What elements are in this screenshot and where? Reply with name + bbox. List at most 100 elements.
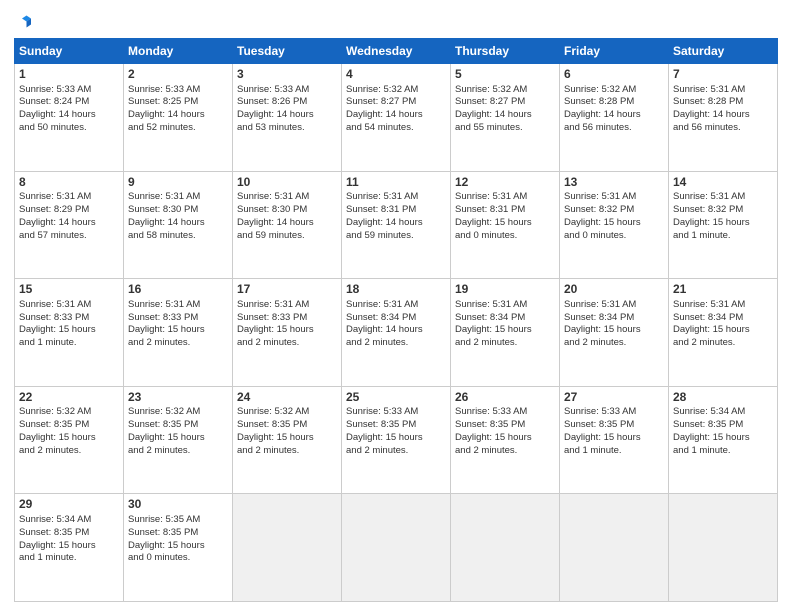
calendar-cell: 27Sunrise: 5:33 AM Sunset: 8:35 PM Dayli… <box>560 386 669 494</box>
day-info: Sunrise: 5:33 AM Sunset: 8:24 PM Dayligh… <box>19 84 119 135</box>
day-number: 21 <box>673 282 773 298</box>
day-number: 17 <box>237 282 337 298</box>
weekday-header-friday: Friday <box>560 39 669 64</box>
day-number: 1 <box>19 67 119 83</box>
day-number: 26 <box>455 390 555 406</box>
day-info: Sunrise: 5:31 AM Sunset: 8:32 PM Dayligh… <box>673 191 773 242</box>
weekday-header-wednesday: Wednesday <box>342 39 451 64</box>
calendar-cell: 19Sunrise: 5:31 AM Sunset: 8:34 PM Dayli… <box>451 279 560 387</box>
calendar-cell: 3Sunrise: 5:33 AM Sunset: 8:26 PM Daylig… <box>233 64 342 172</box>
day-number: 20 <box>564 282 664 298</box>
day-number: 10 <box>237 175 337 191</box>
day-info: Sunrise: 5:31 AM Sunset: 8:30 PM Dayligh… <box>237 191 337 242</box>
day-info: Sunrise: 5:32 AM Sunset: 8:27 PM Dayligh… <box>346 84 446 135</box>
calendar-cell: 11Sunrise: 5:31 AM Sunset: 8:31 PM Dayli… <box>342 171 451 279</box>
day-number: 19 <box>455 282 555 298</box>
calendar-week-1: 1Sunrise: 5:33 AM Sunset: 8:24 PM Daylig… <box>15 64 778 172</box>
day-info: Sunrise: 5:33 AM Sunset: 8:25 PM Dayligh… <box>128 84 228 135</box>
calendar-cell: 21Sunrise: 5:31 AM Sunset: 8:34 PM Dayli… <box>669 279 778 387</box>
day-number: 2 <box>128 67 228 83</box>
calendar-cell: 30Sunrise: 5:35 AM Sunset: 8:35 PM Dayli… <box>124 494 233 602</box>
day-number: 18 <box>346 282 446 298</box>
day-number: 16 <box>128 282 228 298</box>
day-number: 25 <box>346 390 446 406</box>
calendar-cell: 23Sunrise: 5:32 AM Sunset: 8:35 PM Dayli… <box>124 386 233 494</box>
calendar-cell <box>560 494 669 602</box>
day-info: Sunrise: 5:33 AM Sunset: 8:35 PM Dayligh… <box>346 406 446 457</box>
day-number: 4 <box>346 67 446 83</box>
day-info: Sunrise: 5:31 AM Sunset: 8:33 PM Dayligh… <box>128 299 228 350</box>
calendar-cell: 15Sunrise: 5:31 AM Sunset: 8:33 PM Dayli… <box>15 279 124 387</box>
day-info: Sunrise: 5:31 AM Sunset: 8:34 PM Dayligh… <box>673 299 773 350</box>
day-info: Sunrise: 5:32 AM Sunset: 8:35 PM Dayligh… <box>237 406 337 457</box>
page: SundayMondayTuesdayWednesdayThursdayFrid… <box>0 0 792 612</box>
day-number: 14 <box>673 175 773 191</box>
day-number: 29 <box>19 497 119 513</box>
calendar-cell: 24Sunrise: 5:32 AM Sunset: 8:35 PM Dayli… <box>233 386 342 494</box>
day-info: Sunrise: 5:32 AM Sunset: 8:35 PM Dayligh… <box>19 406 119 457</box>
calendar-cell: 18Sunrise: 5:31 AM Sunset: 8:34 PM Dayli… <box>342 279 451 387</box>
calendar-cell: 2Sunrise: 5:33 AM Sunset: 8:25 PM Daylig… <box>124 64 233 172</box>
calendar-cell: 16Sunrise: 5:31 AM Sunset: 8:33 PM Dayli… <box>124 279 233 387</box>
day-number: 24 <box>237 390 337 406</box>
calendar-week-4: 22Sunrise: 5:32 AM Sunset: 8:35 PM Dayli… <box>15 386 778 494</box>
calendar-table: SundayMondayTuesdayWednesdayThursdayFrid… <box>14 38 778 602</box>
day-number: 30 <box>128 497 228 513</box>
day-info: Sunrise: 5:31 AM Sunset: 8:34 PM Dayligh… <box>455 299 555 350</box>
calendar-cell: 1Sunrise: 5:33 AM Sunset: 8:24 PM Daylig… <box>15 64 124 172</box>
weekday-header-saturday: Saturday <box>669 39 778 64</box>
calendar-cell <box>233 494 342 602</box>
day-info: Sunrise: 5:32 AM Sunset: 8:27 PM Dayligh… <box>455 84 555 135</box>
day-info: Sunrise: 5:31 AM Sunset: 8:31 PM Dayligh… <box>346 191 446 242</box>
weekday-header-row: SundayMondayTuesdayWednesdayThursdayFrid… <box>15 39 778 64</box>
calendar-cell: 5Sunrise: 5:32 AM Sunset: 8:27 PM Daylig… <box>451 64 560 172</box>
day-number: 22 <box>19 390 119 406</box>
day-number: 3 <box>237 67 337 83</box>
calendar-cell: 9Sunrise: 5:31 AM Sunset: 8:30 PM Daylig… <box>124 171 233 279</box>
calendar-cell: 10Sunrise: 5:31 AM Sunset: 8:30 PM Dayli… <box>233 171 342 279</box>
weekday-header-sunday: Sunday <box>15 39 124 64</box>
calendar-cell: 29Sunrise: 5:34 AM Sunset: 8:35 PM Dayli… <box>15 494 124 602</box>
header <box>14 10 778 32</box>
calendar-cell: 26Sunrise: 5:33 AM Sunset: 8:35 PM Dayli… <box>451 386 560 494</box>
day-info: Sunrise: 5:31 AM Sunset: 8:32 PM Dayligh… <box>564 191 664 242</box>
day-number: 27 <box>564 390 664 406</box>
day-info: Sunrise: 5:32 AM Sunset: 8:28 PM Dayligh… <box>564 84 664 135</box>
calendar-cell: 8Sunrise: 5:31 AM Sunset: 8:29 PM Daylig… <box>15 171 124 279</box>
weekday-header-thursday: Thursday <box>451 39 560 64</box>
calendar-cell: 17Sunrise: 5:31 AM Sunset: 8:33 PM Dayli… <box>233 279 342 387</box>
day-info: Sunrise: 5:33 AM Sunset: 8:35 PM Dayligh… <box>455 406 555 457</box>
logo <box>14 14 34 32</box>
day-info: Sunrise: 5:33 AM Sunset: 8:26 PM Dayligh… <box>237 84 337 135</box>
day-number: 11 <box>346 175 446 191</box>
day-info: Sunrise: 5:31 AM Sunset: 8:34 PM Dayligh… <box>564 299 664 350</box>
day-info: Sunrise: 5:31 AM Sunset: 8:31 PM Dayligh… <box>455 191 555 242</box>
calendar-cell: 25Sunrise: 5:33 AM Sunset: 8:35 PM Dayli… <box>342 386 451 494</box>
day-info: Sunrise: 5:34 AM Sunset: 8:35 PM Dayligh… <box>19 514 119 565</box>
calendar-cell: 4Sunrise: 5:32 AM Sunset: 8:27 PM Daylig… <box>342 64 451 172</box>
day-number: 5 <box>455 67 555 83</box>
day-number: 13 <box>564 175 664 191</box>
logo-icon <box>16 14 34 32</box>
day-number: 7 <box>673 67 773 83</box>
logo-text <box>14 14 34 32</box>
day-number: 12 <box>455 175 555 191</box>
calendar-cell <box>342 494 451 602</box>
day-info: Sunrise: 5:31 AM Sunset: 8:33 PM Dayligh… <box>19 299 119 350</box>
calendar-cell: 13Sunrise: 5:31 AM Sunset: 8:32 PM Dayli… <box>560 171 669 279</box>
calendar-cell: 14Sunrise: 5:31 AM Sunset: 8:32 PM Dayli… <box>669 171 778 279</box>
day-number: 8 <box>19 175 119 191</box>
calendar-week-2: 8Sunrise: 5:31 AM Sunset: 8:29 PM Daylig… <box>15 171 778 279</box>
calendar-cell: 28Sunrise: 5:34 AM Sunset: 8:35 PM Dayli… <box>669 386 778 494</box>
day-info: Sunrise: 5:31 AM Sunset: 8:34 PM Dayligh… <box>346 299 446 350</box>
day-info: Sunrise: 5:34 AM Sunset: 8:35 PM Dayligh… <box>673 406 773 457</box>
day-number: 9 <box>128 175 228 191</box>
calendar-cell: 12Sunrise: 5:31 AM Sunset: 8:31 PM Dayli… <box>451 171 560 279</box>
weekday-header-monday: Monday <box>124 39 233 64</box>
calendar-cell: 7Sunrise: 5:31 AM Sunset: 8:28 PM Daylig… <box>669 64 778 172</box>
weekday-header-tuesday: Tuesday <box>233 39 342 64</box>
day-info: Sunrise: 5:31 AM Sunset: 8:29 PM Dayligh… <box>19 191 119 242</box>
day-info: Sunrise: 5:32 AM Sunset: 8:35 PM Dayligh… <box>128 406 228 457</box>
calendar-cell <box>669 494 778 602</box>
day-info: Sunrise: 5:31 AM Sunset: 8:30 PM Dayligh… <box>128 191 228 242</box>
